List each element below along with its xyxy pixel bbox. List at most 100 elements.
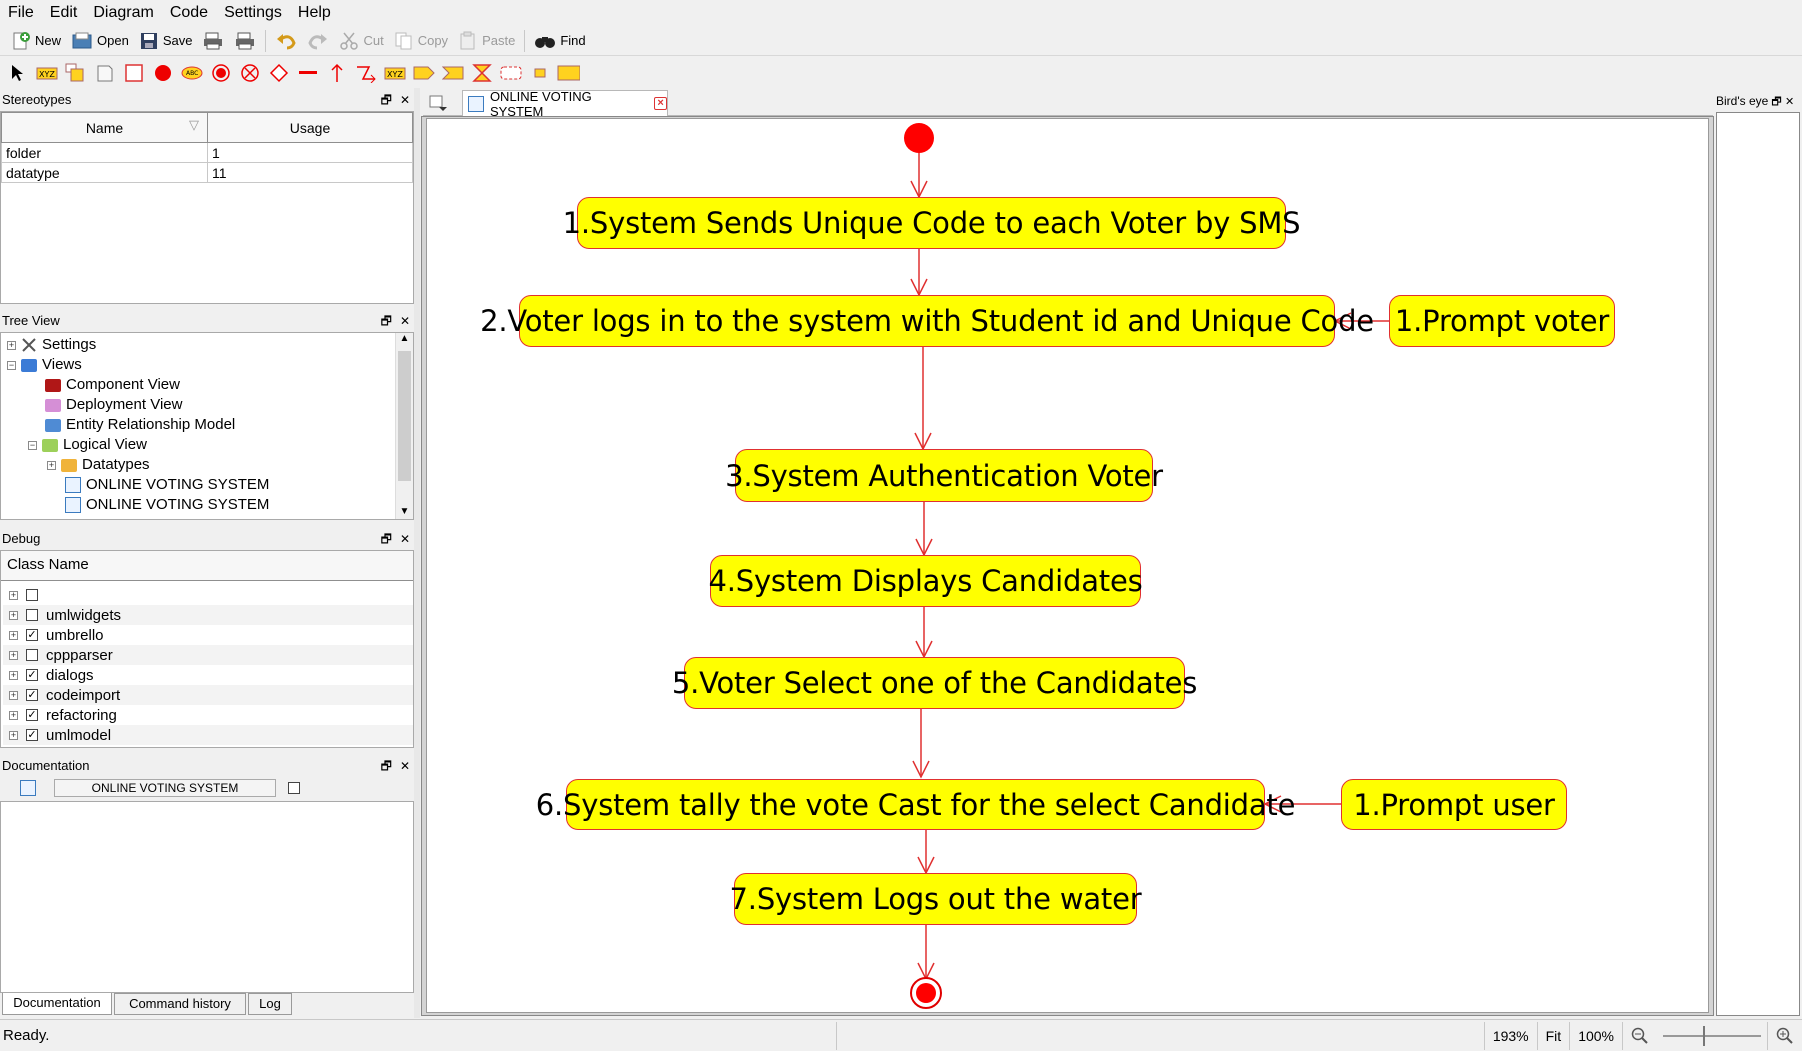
- tab-documentation[interactable]: Documentation: [2, 993, 112, 1015]
- menu-help[interactable]: Help: [290, 0, 339, 26]
- print-button[interactable]: [197, 28, 229, 54]
- fork-tool[interactable]: [296, 62, 319, 85]
- box-tool[interactable]: [122, 62, 145, 85]
- transition-7-to-end[interactable]: [917, 925, 935, 981]
- column-header-name[interactable]: Name ▽: [1, 112, 208, 143]
- collapse-icon[interactable]: −: [28, 440, 37, 450]
- menu-code[interactable]: Code: [162, 0, 216, 26]
- open-button[interactable]: Open: [66, 28, 134, 54]
- end-activity-tool[interactable]: [209, 62, 232, 85]
- debug-checkbox[interactable]: ✓: [26, 669, 38, 681]
- exception-tool[interactable]: [354, 62, 377, 85]
- expand-icon[interactable]: +: [9, 690, 18, 700]
- region-tool[interactable]: [499, 62, 522, 85]
- initial-node[interactable]: [904, 123, 934, 153]
- activity-display-candidates[interactable]: 4.System Displays Candidates: [708, 555, 1143, 607]
- debug-row[interactable]: + ✓ umlmodel: [3, 725, 413, 745]
- tab-online-voting-system[interactable]: ONLINE VOTING SYSTEM ×: [462, 89, 668, 119]
- object-node-tool[interactable]: [528, 62, 551, 85]
- debug-row[interactable]: + ✓ codeimport: [3, 685, 413, 705]
- expand-icon[interactable]: +: [9, 610, 18, 620]
- expand-icon[interactable]: +: [47, 460, 56, 470]
- expand-icon[interactable]: +: [7, 340, 16, 350]
- menu-file[interactable]: File: [0, 0, 42, 26]
- initial-activity-tool[interactable]: [151, 62, 174, 85]
- birds-eye-view[interactable]: [1716, 112, 1800, 1016]
- activity-voter-login[interactable]: 2.Voter logs in to the system with Stude…: [480, 295, 1374, 347]
- menu-edit[interactable]: Edit: [42, 0, 86, 26]
- tab-command-history[interactable]: Command history: [114, 993, 246, 1015]
- partition-tool[interactable]: [557, 62, 580, 85]
- table-row[interactable]: datatype 11: [1, 162, 413, 183]
- scroll-down-icon[interactable]: ▼: [396, 506, 413, 517]
- debug-row[interactable]: + ✓ refactoring: [3, 705, 413, 725]
- menu-settings[interactable]: Settings: [216, 0, 290, 26]
- debug-row[interactable]: +: [3, 585, 413, 605]
- float-icon[interactable]: 🗗: [381, 90, 392, 110]
- expand-icon[interactable]: +: [9, 590, 18, 600]
- activity-transition-tool[interactable]: [325, 62, 348, 85]
- zoom-slider[interactable]: [1657, 1022, 1767, 1050]
- documentation-name-field[interactable]: ONLINE VOTING SYSTEM: [54, 779, 276, 797]
- activity-select-candidate[interactable]: 5.Voter Select one of the Candidates: [672, 657, 1197, 709]
- send-signal-tool[interactable]: [412, 62, 435, 85]
- transition-2-to-3[interactable]: [914, 347, 932, 451]
- activity-tool[interactable]: ABC: [180, 62, 203, 85]
- close-icon[interactable]: ✕: [400, 529, 410, 549]
- zoom-in-button[interactable]: [1767, 1021, 1802, 1050]
- activity-tally-vote[interactable]: 6.System tally the vote Cast for the sel…: [536, 779, 1295, 830]
- debug-row[interactable]: + cppparser: [3, 645, 413, 665]
- select-arrow-tool[interactable]: [6, 62, 29, 85]
- accept-signal-tool[interactable]: [441, 62, 464, 85]
- transition-3-to-4[interactable]: [915, 502, 933, 557]
- debug-checkbox[interactable]: ✓: [26, 629, 38, 641]
- documentation-checkbox[interactable]: [288, 782, 300, 794]
- activity-prompt-voter[interactable]: 1.Prompt voter: [1389, 295, 1615, 347]
- scroll-up-icon[interactable]: ▲: [396, 333, 413, 344]
- new-diagram-menu-button[interactable]: [426, 92, 450, 114]
- tree-item-logical-view[interactable]: − Logical View: [28, 435, 147, 455]
- paste-button[interactable]: Paste: [453, 28, 520, 54]
- debug-checkbox[interactable]: ✓: [26, 689, 38, 701]
- collapse-icon[interactable]: −: [7, 360, 16, 370]
- debug-row[interactable]: + ✓ umbrello: [3, 625, 413, 645]
- expand-icon[interactable]: +: [9, 710, 18, 720]
- anchor-note-tool[interactable]: [93, 62, 116, 85]
- close-tab-icon[interactable]: ×: [654, 97, 667, 110]
- tree-item-component-view[interactable]: Component View: [45, 375, 180, 395]
- float-icon[interactable]: 🗗: [1771, 96, 1781, 108]
- redo-button[interactable]: [302, 28, 334, 54]
- debug-checkbox[interactable]: ✓: [26, 709, 38, 721]
- activity-logout[interactable]: 7.System Logs out the water: [730, 873, 1142, 925]
- transition-6-to-7[interactable]: [917, 830, 935, 875]
- scrollbar-thumb[interactable]: [398, 351, 411, 481]
- branch-tool[interactable]: [267, 62, 290, 85]
- new-button[interactable]: New: [6, 28, 66, 54]
- menu-diagram[interactable]: Diagram: [85, 0, 161, 26]
- close-icon[interactable]: ✕: [400, 90, 410, 110]
- zoom-slider-handle[interactable]: [1703, 1025, 1705, 1046]
- time-event-tool[interactable]: [470, 62, 493, 85]
- close-icon[interactable]: ✕: [1785, 96, 1794, 108]
- float-icon[interactable]: 🗗: [381, 756, 392, 776]
- debug-checkbox[interactable]: ✓: [26, 729, 38, 741]
- column-header-usage[interactable]: Usage: [207, 112, 413, 143]
- copy-button[interactable]: Copy: [389, 28, 453, 54]
- tree-item-entity-relationship-model[interactable]: Entity Relationship Model: [45, 415, 235, 435]
- tree-item-diagram[interactable]: ONLINE VOTING SYSTEM: [65, 495, 269, 515]
- tree-item-views[interactable]: − Views: [7, 355, 82, 375]
- zoom-fit-button[interactable]: Fit: [1536, 1021, 1570, 1050]
- debug-checkbox[interactable]: [26, 589, 38, 601]
- tree-item-datatypes[interactable]: + Datatypes: [47, 455, 150, 475]
- tab-log[interactable]: Log: [248, 993, 292, 1015]
- print-preview-button[interactable]: [229, 28, 261, 54]
- note-tool[interactable]: [64, 62, 87, 85]
- expand-icon[interactable]: +: [9, 730, 18, 740]
- float-icon[interactable]: 🗗: [381, 311, 392, 331]
- documentation-text-area[interactable]: [0, 801, 414, 993]
- debug-header[interactable]: Class Name: [1, 551, 413, 581]
- pin-tool[interactable]: XYZ: [383, 62, 406, 85]
- expand-icon[interactable]: +: [9, 630, 18, 640]
- tree-scrollbar[interactable]: ▲ ▼: [395, 333, 413, 519]
- table-row[interactable]: folder 1: [1, 142, 413, 163]
